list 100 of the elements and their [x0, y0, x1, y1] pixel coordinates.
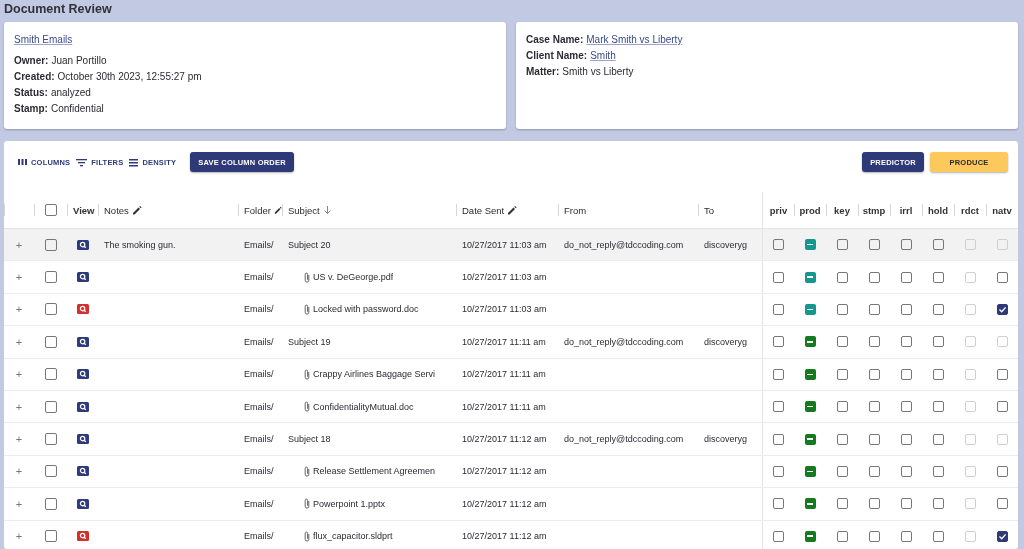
- flag-checkbox[interactable]: [996, 368, 1008, 380]
- flag-checkbox[interactable]: [932, 271, 944, 283]
- flag-checkbox[interactable]: [996, 303, 1008, 315]
- flag-checkbox[interactable]: [868, 368, 880, 380]
- expand-toggle[interactable]: +: [15, 400, 23, 413]
- flag-checkbox[interactable]: [868, 239, 880, 251]
- view-document-icon[interactable]: [76, 434, 89, 445]
- pencil-icon[interactable]: [507, 205, 518, 215]
- view-document-icon[interactable]: [76, 336, 89, 347]
- flag-checkbox[interactable]: [868, 530, 880, 542]
- flag-checkbox[interactable]: [836, 336, 848, 348]
- expand-toggle[interactable]: +: [15, 497, 23, 510]
- column-header[interactable]: Subject: [288, 204, 320, 216]
- flag-checkbox[interactable]: [773, 336, 784, 348]
- flag-checkbox[interactable]: [804, 336, 816, 348]
- view-document-icon[interactable]: [76, 239, 89, 250]
- flag-checkbox[interactable]: [996, 530, 1008, 542]
- flag-checkbox[interactable]: [932, 303, 944, 315]
- flag-checkbox[interactable]: [773, 433, 784, 445]
- flag-checkbox[interactable]: [900, 433, 912, 445]
- flag-checkbox[interactable]: [804, 433, 816, 445]
- row-checkbox[interactable]: [44, 530, 57, 543]
- column-header[interactable]: To: [704, 204, 715, 216]
- flag-checkbox[interactable]: [773, 530, 784, 542]
- flag-checkbox[interactable]: [900, 271, 912, 283]
- column-header[interactable]: hold: [927, 204, 949, 216]
- row-checkbox[interactable]: [44, 204, 57, 216]
- flag-checkbox[interactable]: [932, 530, 944, 542]
- row-checkbox[interactable]: [44, 271, 57, 284]
- view-document-icon[interactable]: [76, 498, 89, 509]
- sort-down-icon[interactable]: [322, 205, 332, 215]
- flag-checkbox[interactable]: [836, 401, 848, 413]
- column-header[interactable]: Folder: [244, 204, 271, 216]
- flag-checkbox[interactable]: [804, 303, 816, 315]
- flag-checkbox[interactable]: [900, 336, 912, 348]
- table-row[interactable]: + Emails/ Subject 18 10/27/2017 11:12 am do_not_reply@tdccoding.com discoveryg: [4, 423, 1018, 456]
- flag-checkbox[interactable]: [868, 433, 880, 445]
- flag-checkbox[interactable]: [932, 465, 944, 477]
- flag-checkbox[interactable]: [836, 271, 848, 283]
- flag-checkbox[interactable]: [773, 498, 784, 510]
- pencil-icon[interactable]: [273, 205, 282, 215]
- column-header[interactable]: View: [73, 204, 95, 216]
- column-header[interactable]: From: [564, 204, 587, 216]
- flag-checkbox[interactable]: [836, 530, 848, 542]
- flag-checkbox[interactable]: [804, 239, 816, 251]
- table-row[interactable]: + Emails/ Crappy Airlines Baggage Servi 10/27/2017 11:11 am: [4, 358, 1018, 391]
- view-document-icon[interactable]: [76, 304, 89, 315]
- expand-toggle[interactable]: +: [15, 368, 23, 381]
- expand-toggle[interactable]: +: [15, 335, 23, 348]
- table-row[interactable]: + Emails/ ConfidentialityMutual.doc 10/27/2017 11:11 am: [4, 390, 1018, 424]
- flag-checkbox[interactable]: [868, 271, 880, 283]
- column-header[interactable]: natv: [992, 204, 1012, 216]
- view-document-icon[interactable]: [76, 531, 89, 542]
- pencil-icon[interactable]: [131, 205, 142, 215]
- flag-checkbox[interactable]: [773, 368, 784, 380]
- flag-checkbox[interactable]: [996, 271, 1008, 283]
- flag-checkbox[interactable]: [996, 401, 1008, 413]
- flag-checkbox[interactable]: [868, 465, 880, 477]
- flag-checkbox[interactable]: [996, 465, 1008, 477]
- flag-checkbox[interactable]: [932, 498, 944, 510]
- flag-checkbox[interactable]: [804, 271, 816, 283]
- flag-checkbox[interactable]: [804, 530, 816, 542]
- flag-checkbox[interactable]: [836, 239, 848, 251]
- row-checkbox[interactable]: [44, 497, 57, 510]
- flag-checkbox[interactable]: [868, 303, 880, 315]
- flag-checkbox[interactable]: [773, 271, 784, 283]
- table-row[interactable]: + Emails/ Powerpoint 1.pptx 10/27/2017 11:12 am: [4, 488, 1018, 521]
- flag-checkbox[interactable]: [836, 433, 848, 445]
- field-link[interactable]: Smith: [590, 50, 616, 61]
- view-document-icon[interactable]: [76, 369, 89, 380]
- table-row[interactable]: + Emails/ Subject 19 10/27/2017 11:11 am do_not_reply@tdccoding.com discoveryg: [4, 326, 1018, 359]
- row-checkbox[interactable]: [44, 465, 57, 478]
- column-header[interactable]: prod: [799, 204, 821, 216]
- flag-checkbox[interactable]: [836, 465, 848, 477]
- column-header[interactable]: Notes: [104, 204, 129, 216]
- expand-toggle[interactable]: +: [15, 530, 23, 543]
- flag-checkbox[interactable]: [773, 239, 784, 251]
- row-checkbox[interactable]: [44, 335, 57, 348]
- row-checkbox[interactable]: [44, 400, 57, 413]
- flag-checkbox[interactable]: [932, 433, 944, 445]
- table-row[interactable]: + The smoking gun. Emails/ Subject 20 10/27/2017 11:03 am do_not_reply@tdccoding.com discoveryg: [4, 229, 1018, 262]
- flag-checkbox[interactable]: [868, 401, 880, 413]
- expand-toggle[interactable]: +: [15, 238, 23, 251]
- flag-checkbox[interactable]: [932, 368, 944, 380]
- flag-checkbox[interactable]: [932, 239, 944, 251]
- expand-toggle[interactable]: +: [15, 303, 23, 316]
- view-document-icon[interactable]: [76, 466, 89, 477]
- flag-checkbox[interactable]: [996, 498, 1008, 510]
- row-checkbox[interactable]: [44, 368, 57, 381]
- flag-checkbox[interactable]: [932, 401, 944, 413]
- flag-checkbox[interactable]: [773, 303, 784, 315]
- flag-checkbox[interactable]: [900, 303, 912, 315]
- flag-checkbox[interactable]: [804, 401, 816, 413]
- flag-checkbox[interactable]: [900, 530, 912, 542]
- column-header[interactable]: irrl: [899, 204, 913, 216]
- row-checkbox[interactable]: [44, 433, 57, 446]
- table-row[interactable]: + Emails/ Locked with password.doc 10/27/2017 11:03 am: [4, 293, 1018, 327]
- table-row[interactable]: + Emails/ US v. DeGeorge.pdf 10/27/2017 11:03 am: [4, 261, 1018, 294]
- flag-checkbox[interactable]: [773, 401, 784, 413]
- table-row[interactable]: + Emails/ Release Settlement Agreemen 10/27/2017 11:12 am: [4, 455, 1018, 489]
